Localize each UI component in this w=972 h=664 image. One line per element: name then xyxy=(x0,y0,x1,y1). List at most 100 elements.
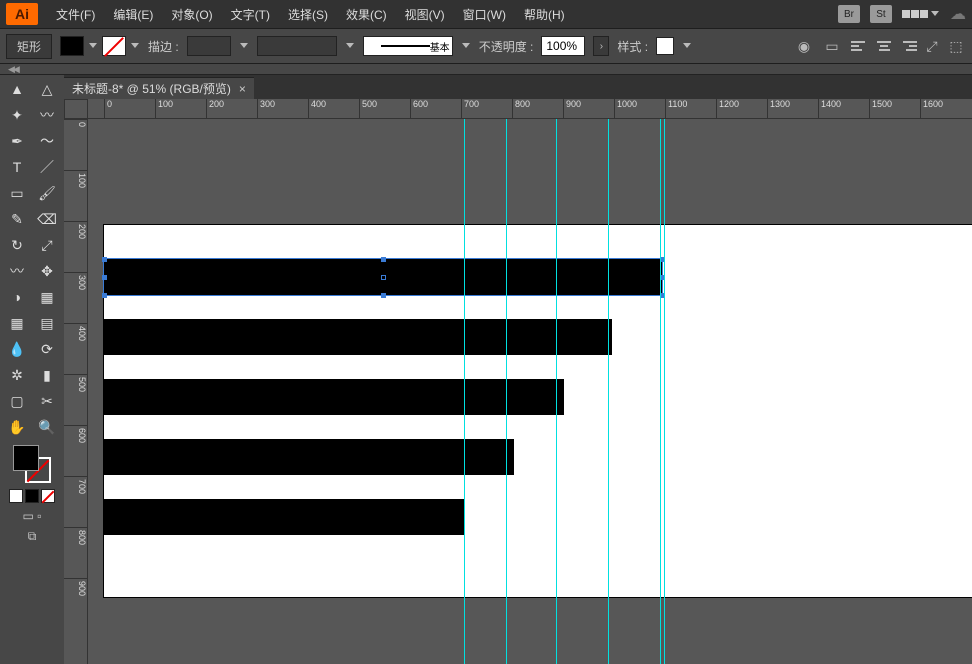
align-buttons: ⤢ ⬚ xyxy=(850,36,966,56)
eyedropper-tool[interactable]: 💧 xyxy=(3,337,31,361)
stock-button[interactable]: St xyxy=(870,5,892,23)
lasso-tool[interactable]: 〰 xyxy=(33,103,61,127)
stroke-swatch[interactable] xyxy=(102,36,126,56)
stroke-width-field[interactable] xyxy=(187,36,231,56)
pen-tool[interactable]: ✒ xyxy=(3,129,31,153)
align-left-icon[interactable] xyxy=(850,36,870,56)
rectangle-tool[interactable]: ▭ xyxy=(3,181,31,205)
align-to-icon[interactable]: ▭ xyxy=(822,36,842,56)
variable-width-dropdown-icon[interactable] xyxy=(345,41,355,51)
align-center-icon[interactable] xyxy=(874,36,894,56)
rectangle-shape[interactable] xyxy=(104,319,612,355)
blend-tool[interactable]: ⟳ xyxy=(33,337,61,361)
magic-wand-tool[interactable]: ✦ xyxy=(3,103,31,127)
stroke-width-dropdown-icon[interactable] xyxy=(239,41,249,51)
bridge-button[interactable]: Br xyxy=(838,5,860,23)
horizontal-ruler[interactable]: 0100200300400500600700800900100011001200… xyxy=(88,99,972,119)
menu-file[interactable]: 文件(F) xyxy=(48,2,103,27)
selection-handle[interactable] xyxy=(102,257,107,262)
mesh-tool[interactable]: ▦ xyxy=(3,311,31,335)
eraser-tool[interactable]: ⌫ xyxy=(33,207,61,231)
align-right-icon[interactable] xyxy=(898,36,918,56)
vertical-ruler[interactable]: 0100200300400500600700800900 xyxy=(64,119,88,664)
pencil-tool[interactable]: ✎ xyxy=(3,207,31,231)
document-tab[interactable]: 未标题-8* @ 51% (RGB/预览) × xyxy=(64,77,254,99)
opacity-field[interactable]: 100% xyxy=(541,36,585,56)
rectangle-shape[interactable] xyxy=(104,499,464,535)
recolor-artwork-icon[interactable]: ◉ xyxy=(794,36,814,56)
fill-color-box[interactable] xyxy=(13,445,39,471)
vertical-guide[interactable] xyxy=(608,119,609,664)
shape-builder-tool[interactable]: ◑ xyxy=(3,285,31,309)
menu-view[interactable]: 视图(V) xyxy=(397,2,453,27)
sync-settings-icon[interactable]: ☁ xyxy=(950,4,966,24)
vertical-guide[interactable] xyxy=(464,119,465,664)
free-transform-tool[interactable]: ✥ xyxy=(33,259,61,283)
selection-handle[interactable] xyxy=(381,293,386,298)
menu-select[interactable]: 选择(S) xyxy=(280,2,336,27)
brush-dropdown-icon[interactable] xyxy=(461,41,471,51)
opacity-label[interactable]: 不透明度 : xyxy=(479,38,534,55)
perspective-grid-tool[interactable]: ▦ xyxy=(33,285,61,309)
graphic-style-swatch[interactable] xyxy=(656,37,674,55)
artboard-tool[interactable]: ▢ xyxy=(3,389,31,413)
v-ruler-tick: 0 xyxy=(64,119,87,127)
vertical-guide[interactable] xyxy=(664,119,665,664)
h-ruler-tick: 1400 xyxy=(818,99,841,118)
variable-width-profile[interactable] xyxy=(257,36,337,56)
opacity-popup-chevron[interactable]: › xyxy=(593,36,609,56)
selection-handle[interactable] xyxy=(102,293,107,298)
screen-mode-buttons[interactable]: ▭ ▫ xyxy=(23,509,42,523)
vertical-guide[interactable] xyxy=(506,119,507,664)
color-mode-gradient[interactable] xyxy=(25,489,39,503)
menu-effect[interactable]: 效果(C) xyxy=(338,2,395,27)
selection-handle[interactable] xyxy=(102,275,107,280)
panel-collapse-handle[interactable]: ◀◀ xyxy=(0,64,972,75)
menu-bar: Ai 文件(F) 编辑(E) 对象(O) 文字(T) 选择(S) 效果(C) 视… xyxy=(0,0,972,28)
isolate-icon[interactable]: ⬚ xyxy=(946,36,966,56)
line-segment-tool[interactable]: ／ xyxy=(33,155,61,179)
slice-tool[interactable]: ✂ xyxy=(33,389,61,413)
h-ruler-tick: 900 xyxy=(563,99,581,118)
canvas[interactable] xyxy=(88,119,972,664)
hand-tool[interactable]: ✋ xyxy=(3,415,31,439)
rectangle-shape[interactable] xyxy=(104,439,514,475)
paintbrush-tool[interactable]: 🖌 xyxy=(33,181,61,205)
selection-handle[interactable] xyxy=(381,257,386,262)
vertical-guide[interactable] xyxy=(556,119,557,664)
type-tool[interactable]: T xyxy=(3,155,31,179)
width-tool[interactable]: 〰 xyxy=(3,259,31,283)
fill-swatch[interactable] xyxy=(60,36,84,56)
stroke-label[interactable]: 描边 : xyxy=(148,38,179,55)
gradient-tool[interactable]: ▤ xyxy=(33,311,61,335)
menu-type[interactable]: 文字(T) xyxy=(223,2,278,27)
fill-stroke-control[interactable] xyxy=(13,445,51,483)
draw-mode-button[interactable]: ⧉ xyxy=(28,529,37,544)
direct-selection-tool[interactable]: △ xyxy=(33,77,61,101)
stroke-dropdown-icon[interactable] xyxy=(130,41,140,51)
fill-dropdown-icon[interactable] xyxy=(88,41,98,51)
v-ruler-tick: 800 xyxy=(64,527,87,545)
style-dropdown-icon[interactable] xyxy=(682,41,692,51)
brush-definition[interactable]: 基本 xyxy=(363,36,453,56)
menu-edit[interactable]: 编辑(E) xyxy=(105,2,161,27)
ruler-origin[interactable] xyxy=(64,99,88,119)
color-mode-none[interactable] xyxy=(41,489,55,503)
symbol-sprayer-tool[interactable]: ✲ xyxy=(3,363,31,387)
rotate-tool[interactable]: ↻ xyxy=(3,233,31,257)
zoom-tool[interactable]: 🔍 xyxy=(33,415,61,439)
color-mode-color[interactable] xyxy=(9,489,23,503)
menu-object[interactable]: 对象(O) xyxy=(163,2,220,27)
rectangle-shape[interactable] xyxy=(104,379,564,415)
menu-window[interactable]: 窗口(W) xyxy=(455,2,514,27)
column-graph-tool[interactable]: ▮ xyxy=(33,363,61,387)
close-icon[interactable]: × xyxy=(239,82,246,96)
selection-tool[interactable]: ▲ xyxy=(3,77,31,101)
vertical-guide[interactable] xyxy=(660,119,661,664)
menu-help[interactable]: 帮助(H) xyxy=(516,2,573,27)
transform-icon[interactable]: ⤢ xyxy=(922,36,942,56)
scale-tool[interactable]: ⤢ xyxy=(33,233,61,257)
style-label[interactable]: 样式 : xyxy=(617,38,648,55)
curvature-pen-tool[interactable]: 〜 xyxy=(33,129,61,153)
workspace-switcher[interactable] xyxy=(902,9,940,19)
